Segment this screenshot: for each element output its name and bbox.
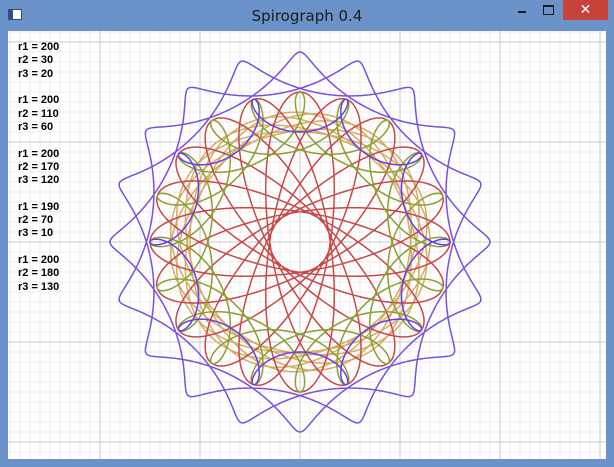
param-r1: r1 = 200 bbox=[18, 254, 60, 267]
param-r3: r3 = 120 bbox=[18, 174, 60, 187]
minimize-icon bbox=[517, 10, 526, 13]
param-r3: r3 = 20 bbox=[18, 67, 54, 80]
param-r2: r2 = 70 bbox=[18, 214, 54, 227]
parameter-list: r1 = 200 r2 = 30 r3 = 20 r1 = 200 r2 = 1… bbox=[18, 41, 59, 307]
background-grid bbox=[8, 31, 606, 459]
app-window: Spirograph 0.4 ✕ r1 = 200 r2 = 30 r3 = 2… bbox=[0, 0, 614, 467]
param-r3: r3 = 60 bbox=[18, 120, 54, 133]
minimize-button[interactable] bbox=[508, 0, 535, 20]
parameter-group-4: r1 = 190 r2 = 70 r3 = 10 bbox=[18, 201, 59, 241]
param-r2: r2 = 110 bbox=[18, 107, 59, 120]
title-bar[interactable]: Spirograph 0.4 ✕ bbox=[0, 0, 614, 31]
spirograph-canvas[interactable] bbox=[8, 31, 606, 459]
param-r1: r1 = 200 bbox=[18, 41, 60, 53]
parameter-group-3: r1 = 200 r2 = 170 r3 = 120 bbox=[18, 148, 59, 188]
param-r1: r1 = 190 bbox=[18, 200, 60, 213]
close-button[interactable]: ✕ bbox=[563, 0, 608, 20]
close-icon: ✕ bbox=[579, 2, 592, 18]
param-r3: r3 = 130 bbox=[18, 280, 60, 293]
parameter-group-5: r1 = 200 r2 = 180 r3 = 130 bbox=[18, 254, 59, 294]
parameter-group-2: r1 = 200 r2 = 110 r3 = 60 bbox=[18, 94, 59, 134]
param-r2: r2 = 170 bbox=[18, 160, 60, 173]
canvas-area[interactable]: r1 = 200 r2 = 30 r3 = 20 r1 = 200 r2 = 1… bbox=[8, 31, 606, 459]
maximize-button[interactable] bbox=[535, 0, 562, 20]
param-r2: r2 = 180 bbox=[18, 267, 60, 280]
param-r2: r2 = 30 bbox=[18, 54, 54, 67]
param-r1: r1 = 200 bbox=[18, 147, 60, 160]
parameter-group-1: r1 = 200 r2 = 30 r3 = 20 bbox=[18, 41, 59, 81]
maximize-icon bbox=[543, 5, 554, 15]
param-r3: r3 = 10 bbox=[18, 227, 54, 240]
param-r1: r1 = 200 bbox=[18, 94, 60, 107]
